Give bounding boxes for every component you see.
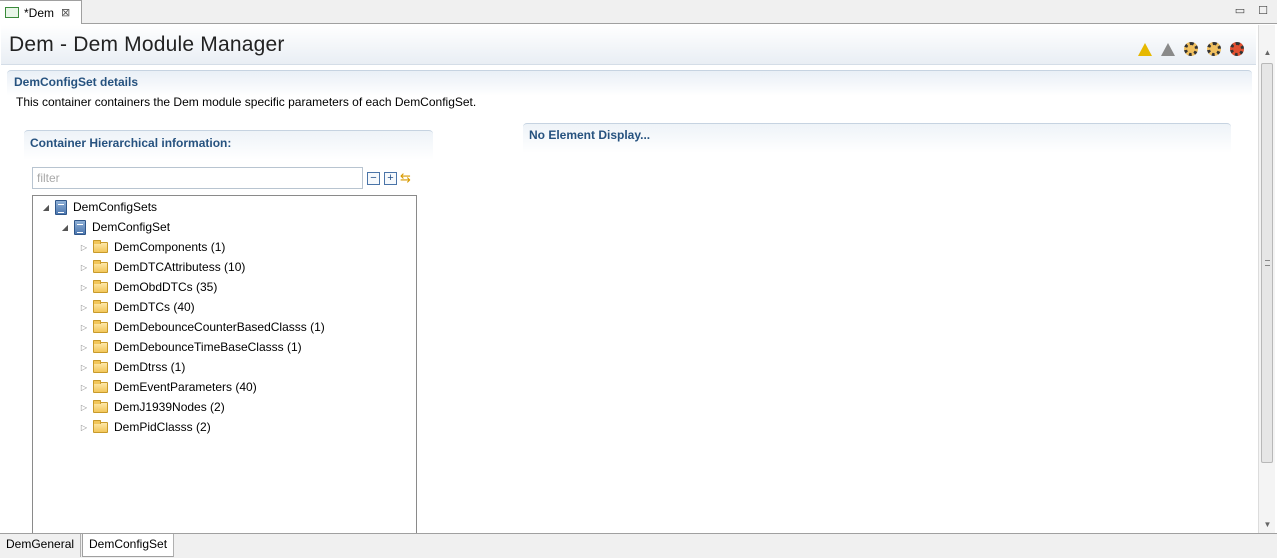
collapsed-arrow-icon[interactable]: ▷ bbox=[79, 343, 89, 352]
page-title: Dem - Dem Module Manager bbox=[9, 33, 285, 56]
maximize-icon[interactable]: ☐ bbox=[1256, 4, 1270, 18]
collapse-all-icon[interactable]: − bbox=[367, 172, 380, 185]
expanded-arrow-icon[interactable]: ◢ bbox=[41, 203, 51, 212]
folder-icon bbox=[93, 259, 108, 273]
warning-icon[interactable] bbox=[1138, 41, 1154, 57]
editor-file-icon bbox=[5, 7, 19, 18]
tree-node-label: DemDTCAttributess (10) bbox=[114, 260, 246, 274]
tree-node-label: DemEventParameters (40) bbox=[114, 380, 257, 394]
details-panel-header: No Element Display... bbox=[523, 123, 1231, 153]
tree-node-folder[interactable]: ▷ DemObdDTCs (35) bbox=[79, 277, 217, 297]
tree-node-folder[interactable]: ▷ DemDebounceCounterBasedClasss (1) bbox=[79, 317, 325, 337]
editor-tab-label: *Dem bbox=[24, 5, 55, 20]
tree-node-folder[interactable]: ▷ DemDtrss (1) bbox=[79, 357, 185, 377]
page-tab-demgeneral[interactable]: DemGeneral bbox=[0, 534, 82, 557]
form-header: Dem - Dem Module Manager bbox=[1, 25, 1256, 65]
close-icon[interactable]: ⊠ bbox=[61, 6, 70, 19]
tree-node-folder[interactable]: ▷ DemPidClasss (2) bbox=[79, 417, 211, 437]
section-title: DemConfigSet details bbox=[14, 75, 139, 89]
expand-all-icon[interactable]: + bbox=[384, 172, 397, 185]
container-tree[interactable]: ◢ DemConfigSets ◢ DemConfigSet ▷ DemComp… bbox=[32, 195, 417, 535]
tree-node-label: DemComponents (1) bbox=[114, 240, 226, 254]
hierarchy-panel-header: Container Hierarchical information: bbox=[24, 130, 433, 160]
warning-grey-icon[interactable] bbox=[1161, 41, 1177, 57]
tree-node-label: DemDtrss (1) bbox=[114, 360, 186, 374]
collapsed-arrow-icon[interactable]: ▷ bbox=[79, 283, 89, 292]
folder-icon bbox=[93, 399, 108, 413]
collapsed-arrow-icon[interactable]: ▷ bbox=[79, 323, 89, 332]
gear-icon[interactable] bbox=[1184, 41, 1200, 57]
tree-node-folder[interactable]: ▷ DemJ1939Nodes (2) bbox=[79, 397, 225, 417]
collapsed-arrow-icon[interactable]: ▷ bbox=[79, 423, 89, 432]
tree-node-label: DemConfigSets bbox=[73, 200, 158, 214]
collapsed-arrow-icon[interactable]: ▷ bbox=[79, 383, 89, 392]
header-toolbar bbox=[1138, 41, 1246, 57]
tree-node-label: DemDebounceTimeBaseClasss (1) bbox=[114, 340, 302, 354]
tree-node-root[interactable]: ◢ DemConfigSets bbox=[41, 197, 157, 217]
tree-node-label: DemDTCs (40) bbox=[114, 300, 195, 314]
tree-node-label: DemDebounceCounterBasedClasss (1) bbox=[114, 320, 325, 334]
collapsed-arrow-icon[interactable]: ▷ bbox=[79, 403, 89, 412]
hierarchy-title: Container Hierarchical information: bbox=[30, 136, 232, 150]
container-icon bbox=[74, 219, 86, 235]
folder-icon bbox=[93, 359, 108, 373]
folder-icon bbox=[93, 279, 108, 293]
tree-node-folder[interactable]: ▷ DemDebounceTimeBaseClasss (1) bbox=[79, 337, 302, 357]
scroll-down-icon[interactable]: ▼ bbox=[1259, 517, 1276, 533]
tree-node-label: DemJ1939Nodes (2) bbox=[114, 400, 225, 414]
tree-node-label: DemObdDTCs (35) bbox=[114, 280, 218, 294]
gear-red-icon[interactable] bbox=[1230, 41, 1246, 57]
collapsed-arrow-icon[interactable]: ▷ bbox=[79, 363, 89, 372]
folder-icon bbox=[93, 319, 108, 333]
page-tab-demconfigset[interactable]: DemConfigSet bbox=[82, 534, 175, 557]
vertical-scrollbar[interactable]: ▲ ▼ bbox=[1258, 25, 1275, 533]
sync-icon[interactable]: ⇆ bbox=[400, 170, 415, 186]
tree-node-label: DemConfigSet bbox=[92, 220, 171, 234]
tree-node-folder[interactable]: ▷ DemDTCAttributess (10) bbox=[79, 257, 245, 277]
folder-icon bbox=[93, 239, 108, 253]
editor-tab-bar: *Dem ⊠ ▭ ☐ bbox=[0, 0, 1277, 24]
filter-input[interactable] bbox=[32, 167, 363, 189]
details-panel-title: No Element Display... bbox=[529, 128, 651, 142]
tree-node-folder[interactable]: ▷ DemComponents (1) bbox=[79, 237, 225, 257]
section-description: This container containers the Dem module… bbox=[16, 95, 477, 109]
folder-icon bbox=[93, 299, 108, 313]
scroll-up-icon[interactable]: ▲ bbox=[1259, 45, 1276, 61]
expanded-arrow-icon[interactable]: ◢ bbox=[60, 223, 70, 232]
collapsed-arrow-icon[interactable]: ▷ bbox=[79, 303, 89, 312]
gears-icon[interactable] bbox=[1207, 41, 1223, 57]
tree-node-folder[interactable]: ▷ DemEventParameters (40) bbox=[79, 377, 257, 397]
container-icon bbox=[55, 199, 67, 215]
scrollbar-thumb[interactable] bbox=[1261, 63, 1273, 463]
collapsed-arrow-icon[interactable]: ▷ bbox=[79, 243, 89, 252]
folder-icon bbox=[93, 339, 108, 353]
page-tab-bar: DemGeneral DemConfigSet bbox=[0, 533, 1277, 558]
minimize-icon[interactable]: ▭ bbox=[1233, 4, 1247, 18]
folder-icon bbox=[93, 419, 108, 433]
details-section-header[interactable]: DemConfigSet details bbox=[7, 70, 1252, 96]
tree-node-configset[interactable]: ◢ DemConfigSet bbox=[60, 217, 170, 237]
editor-tab-dem[interactable]: *Dem ⊠ bbox=[0, 0, 82, 24]
folder-icon bbox=[93, 379, 108, 393]
tree-node-folder[interactable]: ▷ DemDTCs (40) bbox=[79, 297, 195, 317]
collapsed-arrow-icon[interactable]: ▷ bbox=[79, 263, 89, 272]
tree-node-label: DemPidClasss (2) bbox=[114, 420, 211, 434]
